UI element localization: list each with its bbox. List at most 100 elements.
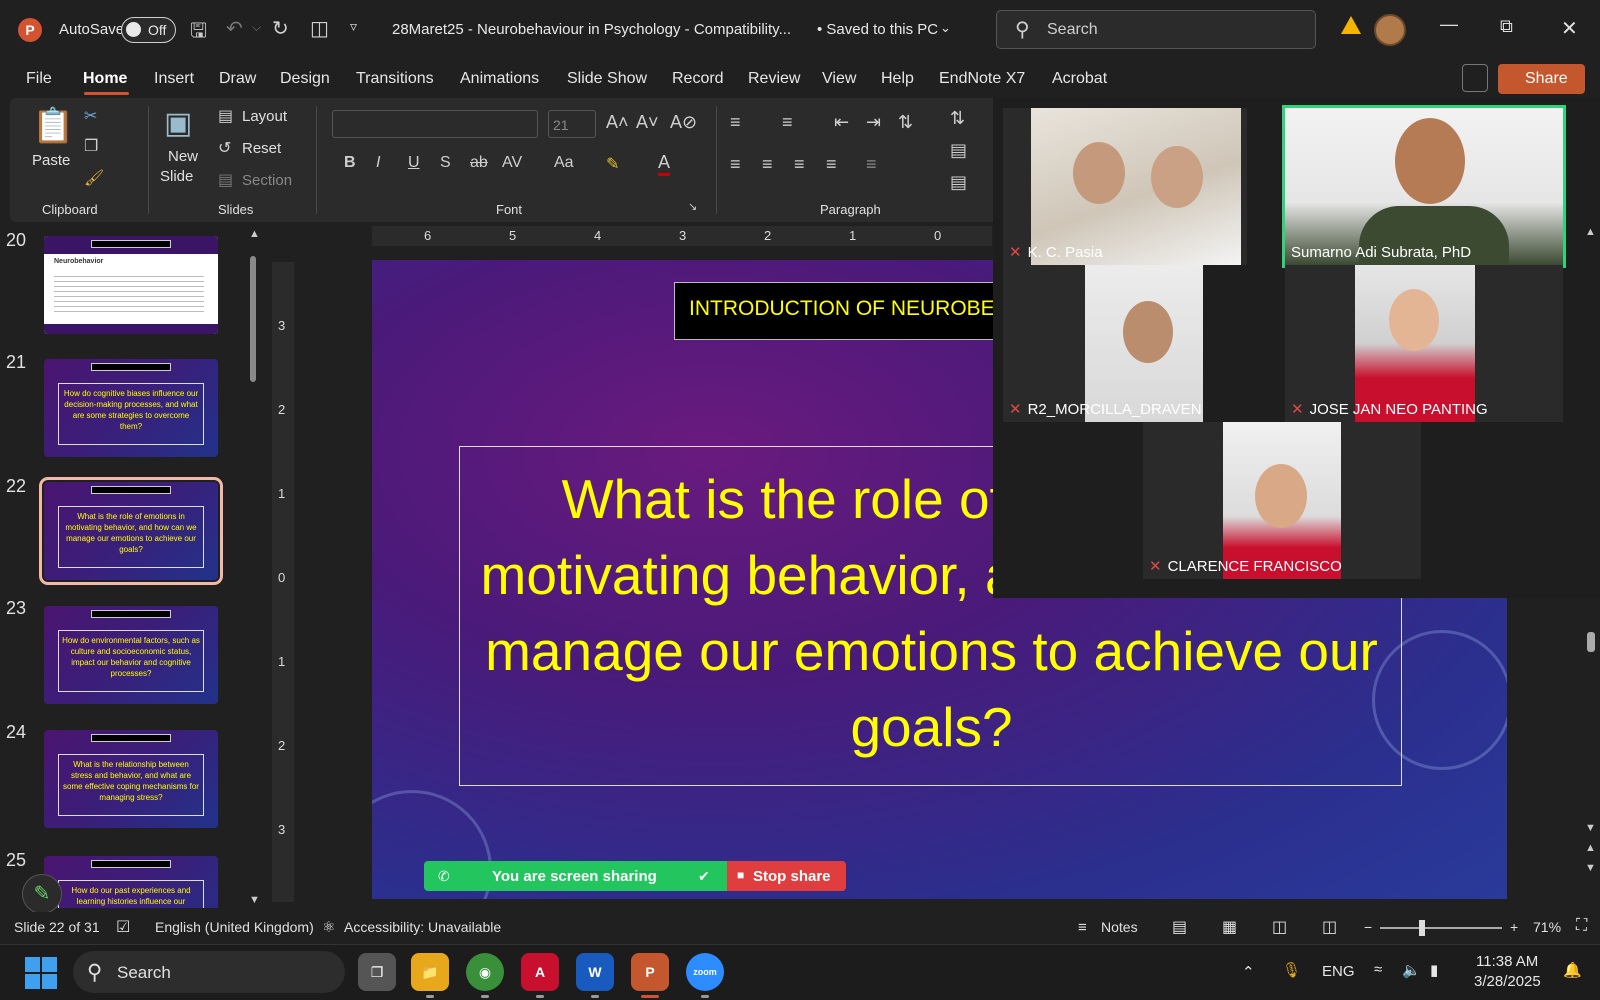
- save-status[interactable]: • Saved to this PC: [817, 21, 938, 38]
- windows-start-icon[interactable]: [25, 957, 57, 989]
- reading-view-icon[interactable]: ◫: [1272, 917, 1287, 937]
- italic-icon[interactable]: I: [376, 154, 380, 172]
- increase-indent-icon[interactable]: ⇥: [866, 112, 881, 133]
- paste-button[interactable]: Paste: [32, 152, 70, 169]
- zoom-slider[interactable]: [1380, 927, 1502, 929]
- autosave-toggle[interactable]: Off: [121, 17, 176, 43]
- save-status-chevron-icon[interactable]: ⌄: [940, 20, 951, 36]
- file-explorer-icon[interactable]: 📁: [411, 953, 449, 991]
- redo-icon[interactable]: ↻: [272, 16, 289, 41]
- powerpoint-taskbar-icon[interactable]: P: [631, 953, 669, 991]
- notes-icon[interactable]: ≡: [1078, 919, 1087, 936]
- font-size-input[interactable]: 21: [548, 110, 596, 138]
- align-center-icon[interactable]: ≡: [762, 154, 773, 175]
- pane-scroll-up-icon[interactable]: ▲: [249, 228, 260, 240]
- restore-icon[interactable]: ⧉: [1500, 16, 1513, 37]
- font-name-input[interactable]: [332, 110, 538, 138]
- clear-formatting-icon[interactable]: A⊘: [670, 112, 697, 133]
- justify-icon[interactable]: ≡: [826, 154, 837, 175]
- pane-scroll-down-icon[interactable]: ▼: [249, 894, 260, 906]
- section-icon[interactable]: ▤: [218, 170, 233, 190]
- bold-icon[interactable]: B: [344, 154, 356, 172]
- align-right-icon[interactable]: ≡: [794, 154, 805, 175]
- reset-icon[interactable]: ↺: [218, 138, 231, 158]
- clock-time[interactable]: 11:38 AM: [1476, 953, 1538, 970]
- increase-font-icon[interactable]: A˄: [606, 112, 629, 133]
- notes-button[interactable]: Notes: [1101, 919, 1138, 935]
- align-left-icon[interactable]: ≡: [730, 154, 741, 175]
- layout-icon[interactable]: ▤: [218, 106, 233, 126]
- tab-design[interactable]: Design: [280, 70, 330, 88]
- change-case-icon[interactable]: Aa: [554, 154, 574, 172]
- spell-check-icon[interactable]: ☑: [116, 917, 130, 937]
- line-spacing-icon[interactable]: ⇅: [898, 112, 913, 133]
- next-slide-icon[interactable]: ▼: [1585, 862, 1596, 874]
- show-hidden-icons-icon[interactable]: ⌃: [1242, 963, 1255, 981]
- tab-slide-show[interactable]: Slide Show: [567, 70, 647, 88]
- tab-file[interactable]: File: [26, 70, 52, 88]
- slide-scrollbar[interactable]: ▲ ▼ ▲ ▼: [1582, 226, 1598, 908]
- comments-icon[interactable]: [1462, 64, 1488, 92]
- zoom-out-icon[interactable]: −: [1364, 919, 1372, 935]
- participant-tile[interactable]: ✕ K. C. Pasia: [1003, 108, 1247, 265]
- pane-scrollbar[interactable]: [250, 256, 256, 382]
- tab-help[interactable]: Help: [881, 70, 914, 88]
- battery-icon[interactable]: ▮: [1430, 961, 1438, 979]
- undo-dropdown-icon[interactable]: ⌵: [252, 20, 261, 35]
- taskbar-search[interactable]: ⚲ Search: [73, 951, 345, 993]
- task-view-icon[interactable]: ❐: [358, 953, 396, 991]
- tab-transitions[interactable]: Transitions: [356, 70, 434, 88]
- new-slide-label-2[interactable]: Slide: [160, 168, 193, 185]
- share-button[interactable]: Share: [1498, 64, 1585, 94]
- slide-thumbnail-22[interactable]: What is the role of emotions in motivati…: [39, 477, 223, 585]
- scroll-thumb[interactable]: [1587, 632, 1595, 652]
- zoom-level[interactable]: 71%: [1533, 919, 1561, 935]
- clock-date[interactable]: 3/28/2025: [1474, 973, 1541, 990]
- cut-icon[interactable]: ✂: [84, 106, 97, 126]
- language-status[interactable]: English (United Kingdom): [155, 919, 314, 935]
- character-spacing-icon[interactable]: AV: [502, 154, 522, 172]
- undo-icon[interactable]: ↶: [226, 16, 243, 41]
- stop-share-button[interactable]: ■ Stop share: [727, 861, 846, 891]
- bullets-icon[interactable]: ≡: [730, 112, 741, 133]
- chrome-icon[interactable]: ◉: [466, 953, 504, 991]
- participant-tile[interactable]: ✕ CLARENCE FRANCISCO: [1143, 422, 1421, 579]
- close-icon[interactable]: ✕: [1561, 16, 1578, 41]
- slide-thumbnail-24[interactable]: What is the relationship between stress …: [44, 730, 218, 828]
- acrobat-icon[interactable]: A: [521, 953, 559, 991]
- smartart-icon[interactable]: ▤: [950, 172, 967, 193]
- tab-draw[interactable]: Draw: [219, 70, 256, 88]
- slide-thumbnail-21[interactable]: How do cognitive biases influence our de…: [44, 359, 218, 457]
- accessibility-status[interactable]: Accessibility: Unavailable: [344, 919, 501, 935]
- word-icon[interactable]: W: [576, 953, 614, 991]
- present-icon[interactable]: ◫: [310, 16, 329, 41]
- notifications-icon[interactable]: 🔔: [1563, 961, 1582, 979]
- previous-slide-icon[interactable]: ▲: [1585, 842, 1596, 854]
- slide-sorter-icon[interactable]: ▦: [1222, 917, 1237, 937]
- minimize-icon[interactable]: —: [1440, 14, 1458, 35]
- accessibility-icon[interactable]: ⚛: [322, 918, 335, 936]
- align-text-icon[interactable]: ▤: [950, 140, 967, 161]
- slide-thumbnail-25[interactable]: How do our past experiences and learning…: [44, 856, 218, 908]
- new-slide-button[interactable]: New: [168, 148, 198, 165]
- volume-icon[interactable]: 🔈: [1402, 961, 1421, 979]
- screen-sharing-indicator[interactable]: ✆ You are screen sharing ✔: [424, 861, 727, 891]
- decrease-indent-icon[interactable]: ⇤: [834, 112, 849, 133]
- copy-icon[interactable]: ❐: [84, 136, 98, 156]
- search-input[interactable]: ⚲ Search: [996, 10, 1316, 49]
- slide-thumbnail-23[interactable]: How do environmental factors, such as cu…: [44, 606, 218, 704]
- participant-tile[interactable]: ✕ R2_MORCILLA_DRAVEN: [1003, 265, 1203, 422]
- tab-review[interactable]: Review: [748, 70, 800, 88]
- layout-button[interactable]: Layout: [242, 108, 287, 125]
- highlight-icon[interactable]: ✎: [606, 154, 619, 174]
- font-color-icon[interactable]: A: [658, 152, 671, 176]
- tab-animations[interactable]: Animations: [460, 70, 539, 88]
- format-painter-icon[interactable]: 🖌: [84, 168, 104, 188]
- font-dialog-launcher-icon[interactable]: ↘: [688, 200, 697, 213]
- avatar[interactable]: [1374, 14, 1406, 46]
- shadow-icon[interactable]: S: [440, 154, 451, 172]
- slide-thumbnail-20[interactable]: Neurobehavior: [44, 236, 218, 334]
- tab-record[interactable]: Record: [672, 70, 724, 88]
- customize-toolbar-icon[interactable]: ▿: [350, 18, 357, 35]
- input-language[interactable]: ENG: [1322, 963, 1355, 980]
